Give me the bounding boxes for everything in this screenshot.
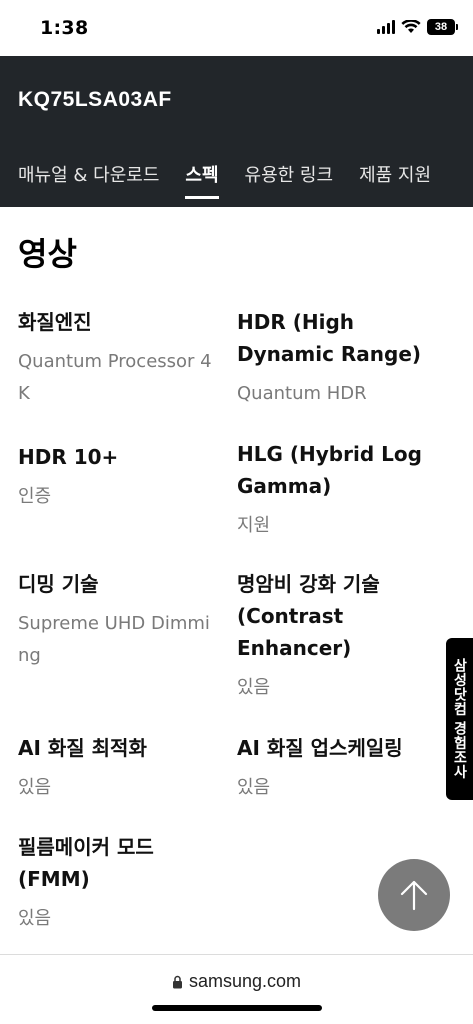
- product-header: KQ75LSA03AF 매뉴얼 & 다운로드 스펙 유용한 링크 제품 지원: [0, 56, 473, 207]
- spec-label: 명암비 강화 기술 (Contrast Enhancer): [237, 572, 380, 660]
- spec-value: Quantum Processor 4K: [18, 351, 212, 404]
- spec-item: AI 화질 업스케일링 있음: [237, 732, 437, 804]
- url-text: samsung.com: [188, 971, 302, 991]
- spec-value: Quantum HDR: [237, 383, 367, 404]
- spec-item: HDR (High Dynamic Range) Quantum HDR: [237, 306, 422, 410]
- spec-label: HLG (Hybrid Log Gamma): [237, 442, 422, 498]
- spec-value: Supreme UHD Dimming: [18, 613, 210, 666]
- spec-label: AI 화질 업스케일링: [237, 736, 403, 760]
- spec-label: HDR 10+: [18, 445, 119, 469]
- spec-label: 디밍 기술: [18, 572, 99, 596]
- browser-address-bar: samsung.com: [0, 954, 473, 1024]
- spec-item: 필름메이커 모드 (FMM) 있음: [18, 831, 188, 935]
- status-bar: 1:38 38: [0, 0, 473, 56]
- cellular-signal-icon: [377, 20, 395, 34]
- tab-manual-download[interactable]: 매뉴얼 & 다운로드: [18, 161, 159, 187]
- spec-item: HDR 10+ 인증: [18, 441, 218, 513]
- spec-item: 화질엔진 Quantum Processor 4K: [18, 306, 218, 410]
- url-display[interactable]: samsung.com: [0, 971, 473, 992]
- spec-label: HDR (High Dynamic Range): [237, 310, 422, 366]
- spec-value: 있음: [237, 677, 271, 698]
- spec-value: 있음: [237, 777, 271, 798]
- spec-value: 지원: [237, 515, 271, 536]
- back-to-top-button[interactable]: [378, 859, 450, 931]
- spec-label: AI 화질 최적화: [18, 736, 147, 760]
- battery-icon: 38: [427, 19, 458, 35]
- survey-tab[interactable]: 삼성닷컴 경험조사: [446, 638, 473, 800]
- spec-item: 명암비 강화 기술 (Contrast Enhancer) 있음: [237, 568, 417, 704]
- model-name: KQ75LSA03AF: [18, 88, 172, 111]
- arrow-up-icon: [400, 880, 428, 911]
- battery-level: 38: [434, 21, 448, 33]
- wifi-icon: [401, 20, 421, 33]
- lock-icon: [172, 975, 182, 988]
- spec-label: 화질엔진: [18, 310, 92, 334]
- tab-product-support[interactable]: 제품 지원: [359, 161, 431, 187]
- home-indicator[interactable]: [152, 1005, 322, 1011]
- spec-value: 있음: [18, 777, 52, 798]
- spec-value: 있음: [18, 908, 52, 929]
- section-title: 영상: [18, 235, 77, 273]
- status-time: 1:38: [40, 17, 89, 39]
- tab-useful-links[interactable]: 유용한 링크: [245, 161, 334, 187]
- status-icons: 38: [377, 19, 458, 35]
- tab-specs[interactable]: 스펙: [185, 161, 219, 199]
- survey-tab-label: 삼성닷컴 경험조사: [451, 658, 468, 780]
- spec-item: 디밍 기술 Supreme UHD Dimming: [18, 568, 218, 672]
- spec-value: 인증: [18, 486, 52, 507]
- product-tabs: 매뉴얼 & 다운로드 스펙 유용한 링크 제품 지원: [18, 161, 457, 199]
- spec-label: 필름메이커 모드 (FMM): [18, 835, 154, 891]
- spec-item: HLG (Hybrid Log Gamma) 지원: [237, 438, 427, 542]
- spec-item: AI 화질 최적화 있음: [18, 732, 218, 804]
